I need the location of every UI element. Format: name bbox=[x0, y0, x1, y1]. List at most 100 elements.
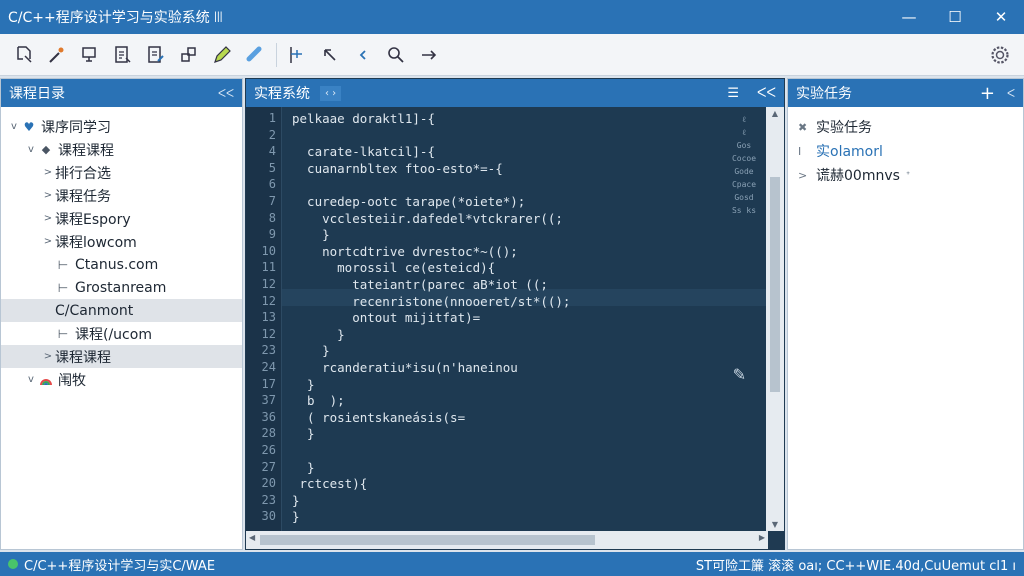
code-line[interactable]: morossil ce(esteicd){ bbox=[292, 260, 495, 275]
horizontal-scroll-thumb[interactable] bbox=[260, 535, 595, 545]
code-line[interactable]: } bbox=[292, 460, 315, 475]
link-icon[interactable] bbox=[241, 41, 269, 69]
task-item[interactable]: ✖ 实验任务 bbox=[788, 115, 1023, 139]
tree-item-label: 课序同学习 bbox=[41, 119, 111, 136]
scroll-up-arrow[interactable]: ▲ bbox=[766, 109, 784, 118]
code-line[interactable]: cuanarnbltex ftoo-esto*=-{ bbox=[292, 161, 503, 176]
new-file-icon[interactable] bbox=[10, 41, 38, 69]
horizontal-scrollbar[interactable]: ◀ ▶ bbox=[246, 531, 768, 549]
search-icon[interactable] bbox=[382, 41, 410, 69]
magic-wand-icon[interactable] bbox=[43, 41, 71, 69]
monitor-icon[interactable] bbox=[76, 41, 104, 69]
minimap[interactable]: ℓ ℓ Gos Cocoe Gode Cpace Gosd Ss ks bbox=[724, 113, 764, 217]
code-line[interactable]: nortcdtrive dvrestoc*~((); bbox=[292, 244, 518, 259]
edit-document-icon[interactable] bbox=[142, 41, 170, 69]
collapse-caret-icon[interactable]: > bbox=[41, 351, 55, 362]
vertical-scroll-thumb[interactable] bbox=[770, 177, 780, 392]
code-editor[interactable]: 1 2 4 5 6 7 8 9 10 11 12 12 13 12 23 24 17 37 36 28 26 27 20 23… bbox=[246, 107, 768, 531]
code-line[interactable]: tateiantr(parec aB*iot ((; bbox=[292, 277, 548, 292]
vertical-scrollbar[interactable]: ▲ ▼ bbox=[766, 107, 784, 531]
code-line[interactable]: curedep-ootc tarape(*oiete*); bbox=[292, 194, 525, 209]
collapse-caret-icon[interactable]: > bbox=[41, 213, 55, 224]
line-number: 9 bbox=[268, 227, 276, 242]
add-task-button[interactable]: + bbox=[980, 83, 995, 104]
code-line[interactable]: } bbox=[292, 509, 300, 524]
minimize-button[interactable]: — bbox=[886, 0, 932, 34]
collapse-panel-button[interactable]: ᐸᐸ bbox=[218, 87, 234, 100]
scroll-left-arrow[interactable]: ◀ bbox=[249, 533, 255, 542]
code-line[interactable]: } bbox=[292, 426, 315, 441]
tree-item[interactable]: v ♥ 课序同学习 bbox=[1, 115, 242, 138]
collapse-caret-icon[interactable]: > bbox=[41, 190, 55, 201]
tree-item[interactable]: > 课程lowcom bbox=[1, 230, 242, 253]
task-item[interactable]: I 实olamorl bbox=[788, 139, 1023, 163]
tree-item-label: 闱牧 bbox=[58, 372, 86, 389]
close-button[interactable]: ✕ bbox=[978, 0, 1024, 34]
task-suffix-icon: ᐩ bbox=[905, 168, 911, 182]
code-line[interactable]: } bbox=[292, 493, 300, 508]
code-line[interactable]: } bbox=[292, 327, 345, 342]
code-line[interactable]: carate-lkatcil]-{ bbox=[292, 144, 435, 159]
tab-pin-button[interactable]: ‹ › bbox=[320, 85, 342, 101]
flag-icon[interactable] bbox=[283, 41, 311, 69]
editor-tab[interactable]: 实程系统 bbox=[254, 83, 320, 103]
expand-caret-icon[interactable]: v bbox=[7, 121, 21, 132]
scroll-right-arrow[interactable]: ▶ bbox=[759, 533, 765, 542]
tree-item[interactable]: > 课程课程 bbox=[1, 345, 242, 368]
code-line[interactable]: b ); bbox=[292, 393, 345, 408]
tree-item[interactable]: v ◆ 课程课程 bbox=[1, 138, 242, 161]
menu-icon[interactable]: ☰ bbox=[727, 86, 739, 101]
settings-gear-icon[interactable] bbox=[986, 41, 1014, 69]
code-line[interactable]: } bbox=[292, 227, 330, 242]
tree-item[interactable]: ⊢ 课程(/ucom bbox=[1, 322, 242, 345]
shapes-icon[interactable] bbox=[175, 41, 203, 69]
maximize-button[interactable]: ☐ bbox=[932, 0, 978, 34]
back-icon[interactable] bbox=[349, 41, 377, 69]
tree-item[interactable]: ⊢ Ctanus.com bbox=[1, 253, 242, 276]
tree-item[interactable]: C/Canmont bbox=[1, 299, 242, 322]
tree-item[interactable]: > 排行合选 bbox=[1, 161, 242, 184]
line-number: 17 bbox=[261, 376, 276, 391]
code-line[interactable]: } bbox=[292, 343, 330, 358]
tree-item[interactable]: ⊢ Grostanream bbox=[1, 276, 242, 299]
window-title: C/C++程序设计学习与实验系统 ꔖ bbox=[8, 10, 223, 26]
document-list-icon[interactable] bbox=[109, 41, 137, 69]
code-line[interactable]: ontout mijitfat)= bbox=[292, 310, 480, 325]
line-number: 12 bbox=[261, 326, 276, 341]
experiment-task-panel: 实验任务 + ᐸ ✖ 实验任务 I 实olamorl > 谎赫00mnvs ᐩ bbox=[787, 78, 1024, 550]
branch-line-icon: ⊢ bbox=[57, 326, 69, 341]
code-line[interactable]: pelkaae doraktl1]-{ bbox=[292, 111, 435, 126]
code-line[interactable]: ( rosientskaneásis(s= bbox=[292, 410, 465, 425]
tree-item[interactable]: v 闱牧 bbox=[1, 368, 242, 391]
minimap-line: Cocoe bbox=[731, 154, 757, 163]
tree-item-label: Grostanream bbox=[75, 279, 167, 296]
code-line[interactable]: rcanderatiu*isu(n'haneinou bbox=[292, 360, 518, 375]
collapse-panel-button[interactable]: ᐸᐸ bbox=[757, 86, 776, 101]
forward-icon[interactable] bbox=[415, 41, 443, 69]
line-number-gutter: 1 2 4 5 6 7 8 9 10 11 12 12 13 12 23 24 17 37 36 28 26 27 20 23… bbox=[246, 107, 282, 531]
expand-caret-icon[interactable]: v bbox=[24, 144, 38, 155]
code-line[interactable]: rctcest){ bbox=[292, 476, 368, 491]
code-line[interactable]: } bbox=[292, 377, 315, 392]
tree-item[interactable]: > 课程任务 bbox=[1, 184, 242, 207]
expand-caret-icon[interactable]: v bbox=[24, 374, 38, 385]
scroll-down-arrow[interactable]: ▼ bbox=[766, 520, 784, 529]
minimap-line: Gos bbox=[736, 141, 752, 150]
task-item[interactable]: > 谎赫00mnvs ᐩ bbox=[788, 163, 1023, 187]
collapse-panel-button[interactable]: ᐸ bbox=[1007, 87, 1015, 100]
line-number: 1 bbox=[268, 111, 276, 125]
tree-item-label: 课程任务 bbox=[55, 188, 111, 205]
line-number: 36 bbox=[261, 409, 276, 424]
tree-item[interactable]: > 课程Espory bbox=[1, 207, 242, 230]
code-line[interactable]: recenristone(nnooeret/st*((); bbox=[292, 294, 570, 309]
collapse-caret-icon[interactable]: > bbox=[41, 167, 55, 178]
collapse-caret-icon[interactable]: > bbox=[41, 236, 55, 247]
undo-icon[interactable] bbox=[316, 41, 344, 69]
task-label: 实验任务 bbox=[816, 120, 872, 136]
task-link[interactable]: 实olamorl bbox=[816, 141, 883, 161]
panel-title: 课程日录 bbox=[9, 86, 65, 102]
pencil-icon[interactable] bbox=[208, 41, 236, 69]
task-label: 谎赫00mnvs bbox=[816, 168, 900, 184]
code-line[interactable]: vcclesteiir.dafedel*vtckrarer((; bbox=[292, 211, 563, 226]
line-number: 11 bbox=[261, 260, 276, 275]
